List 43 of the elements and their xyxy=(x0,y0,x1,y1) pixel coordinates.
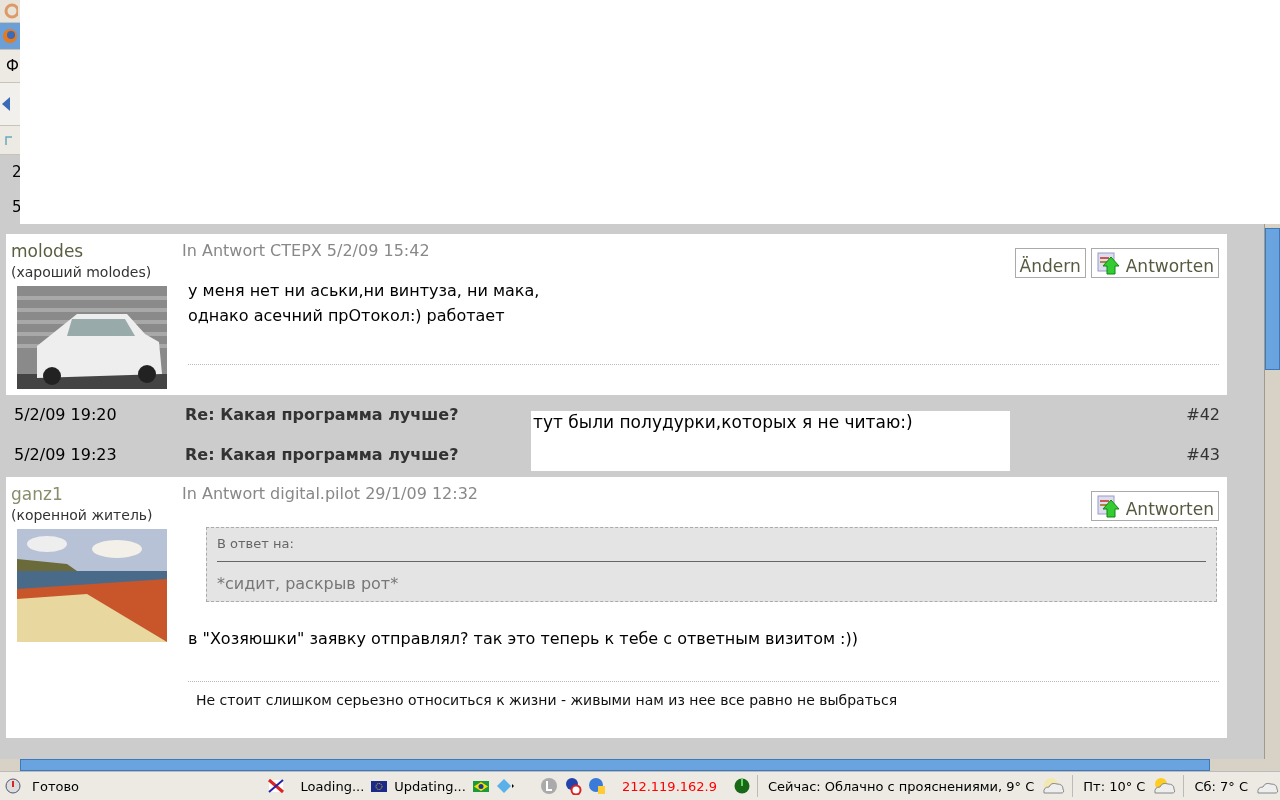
reply-icon xyxy=(1095,494,1122,519)
sun-cloud-icon[interactable] xyxy=(1151,777,1178,795)
reply-icon xyxy=(1095,251,1122,276)
vertical-scrollbar[interactable] xyxy=(1264,223,1280,760)
blocked-icon[interactable] xyxy=(563,777,582,795)
quote-label: В ответ на: xyxy=(217,535,1206,562)
signature-text: Не стоит слишком серьезно относиться к жизни - живыми нам из нее все равно не выбраться xyxy=(195,690,899,708)
post-title[interactable]: Re: Какая программа лучше? xyxy=(185,445,459,465)
loading-text: Loading... xyxy=(299,778,365,794)
reply-button[interactable]: Antworten xyxy=(1090,490,1219,521)
status-text: Готово xyxy=(31,778,81,794)
circle-icon[interactable] xyxy=(539,777,558,795)
updating-text: Updating... xyxy=(394,778,466,794)
flag-icon[interactable] xyxy=(266,777,285,795)
weather-text: Сейчас: Облачно с прояснениями, 9° C xyxy=(766,778,1035,794)
diamond-icon[interactable] xyxy=(495,777,514,795)
browser-icon[interactable] xyxy=(0,27,18,45)
globe-icon[interactable] xyxy=(587,777,606,795)
horizontal-scrollbar[interactable] xyxy=(0,759,1280,772)
text-fragment: 5 xyxy=(11,197,20,216)
post-text: у меня нет ни аськи,ни винтуза, ни мака, однако асечний прОтокол:) работает xyxy=(187,279,541,327)
weather-text: Пт: 10° C xyxy=(1082,778,1146,794)
post-date: 5/2/09 19:23 xyxy=(14,445,118,465)
quote-text: *сидит, раскрыв рот* xyxy=(217,572,400,593)
status-dot-icon[interactable] xyxy=(733,777,751,795)
reply-button[interactable]: Antworten xyxy=(1090,247,1219,278)
post-header: In Antwort CTEPX 5/2/09 15:42 xyxy=(182,239,430,262)
post-number[interactable]: #42 xyxy=(1186,405,1220,425)
note-text: тут были полудурки,которых я не читаю:) xyxy=(531,411,1010,471)
alert-icon[interactable] xyxy=(4,777,22,795)
text-fragment: 2 xyxy=(11,163,20,182)
post-number[interactable]: #43 xyxy=(1186,445,1220,465)
weather-text: Сб: 7° C xyxy=(1193,778,1248,794)
cloud-icon[interactable] xyxy=(1040,777,1067,795)
post-date: 5/2/09 19:20 xyxy=(14,405,118,425)
post-header: In Antwort digital.pilot 29/1/09 12:32 xyxy=(182,482,478,505)
ip-address: 212.119.162.9 xyxy=(620,778,718,794)
author-rank: (коренной житель) xyxy=(11,505,154,525)
author-rank: (хароший molodes) xyxy=(11,262,153,282)
post-text: в "Хозяюшки" заявку отправлял? так это теперь к тебе с ответным визитом :)) xyxy=(187,627,859,650)
edit-button[interactable]: Ändern xyxy=(1014,247,1086,278)
post-title[interactable]: Re: Какая программа лучше? xyxy=(185,405,459,425)
author-name[interactable]: molodes xyxy=(11,239,182,262)
